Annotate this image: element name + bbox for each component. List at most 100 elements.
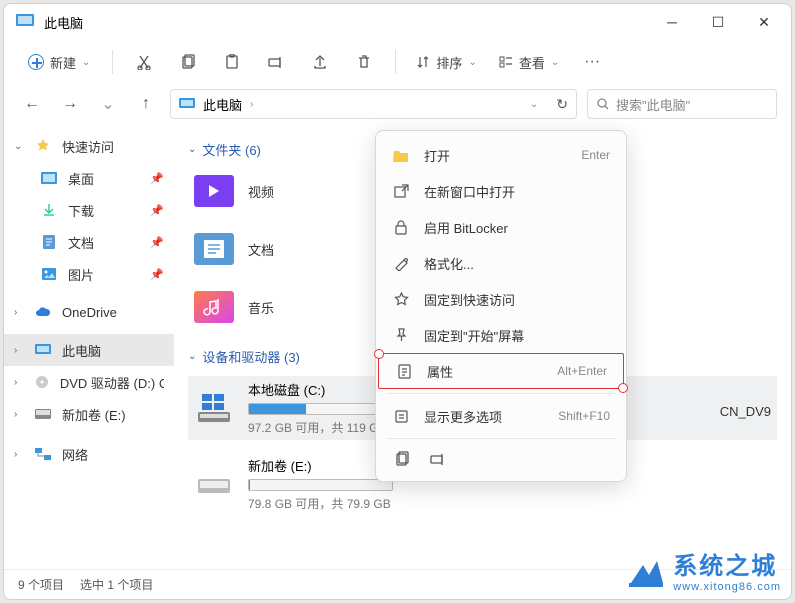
folder-label: 音乐	[248, 298, 274, 317]
window-title: 此电脑	[44, 13, 649, 32]
ctx-label: 在新窗口中打开	[424, 182, 515, 201]
search-input[interactable]: 搜索"此电脑"	[587, 89, 777, 119]
sidebar-label: 网络	[62, 445, 88, 464]
sidebar-item-pictures[interactable]: 图片 📌	[4, 258, 174, 290]
ctx-pin-quick[interactable]: 固定到快速访问	[376, 281, 626, 317]
desktop-icon	[40, 169, 58, 187]
pin-icon: 📌	[150, 268, 164, 281]
ctx-label: 固定到快速访问	[424, 290, 515, 309]
more-options-icon	[392, 409, 410, 424]
sidebar-label: 快速访问	[62, 137, 114, 156]
rename-icon[interactable]	[257, 46, 295, 78]
plus-icon	[28, 54, 44, 70]
video-folder-icon	[194, 173, 234, 209]
chevron-icon: ›	[250, 99, 253, 110]
ctx-pin-start[interactable]: 固定到"开始"屏幕	[376, 317, 626, 353]
view-label: 查看	[519, 53, 545, 72]
sidebar-label: OneDrive	[62, 305, 117, 320]
ctx-shortcut: Alt+Enter	[557, 364, 607, 378]
music-folder-icon	[194, 289, 234, 325]
folder-icon	[392, 149, 410, 162]
pin-icon: 📌	[150, 204, 164, 217]
new-button[interactable]: 新建 ⌄	[18, 46, 100, 78]
copy-icon[interactable]	[169, 46, 207, 78]
chevron-right-icon: ›	[14, 409, 24, 420]
ctx-shortcut: Enter	[581, 148, 610, 162]
sidebar-dvd[interactable]: › DVD 驱动器 (D:) C(	[4, 366, 174, 398]
sidebar-label: 桌面	[68, 169, 94, 188]
watermark-logo	[625, 549, 667, 591]
ctx-open[interactable]: 打开 Enter	[376, 137, 626, 173]
ctx-label: 固定到"开始"屏幕	[424, 326, 524, 345]
chevron-right-icon: ›	[14, 307, 24, 318]
watermark: 系统之城 www.xitong86.com	[625, 546, 781, 593]
sidebar-onedrive[interactable]: › OneDrive	[4, 296, 174, 328]
app-icon	[16, 12, 36, 32]
chevron-down-icon: ⌄	[14, 141, 24, 152]
view-icon	[499, 55, 513, 69]
sidebar-item-desktop[interactable]: 桌面 📌	[4, 162, 174, 194]
addr-text: 此电脑	[203, 95, 242, 114]
sort-button[interactable]: 排序 ⌄	[408, 46, 484, 78]
sidebar-label: DVD 驱动器 (D:) C(	[60, 373, 164, 392]
folder-label: 视频	[248, 182, 274, 201]
sidebar-quick-access[interactable]: ⌄ 快速访问	[4, 130, 174, 162]
window-controls: ─ ☐ ✕	[649, 4, 787, 40]
drive-icon	[194, 466, 234, 502]
drive-usage-bar	[248, 479, 393, 491]
ctx-properties[interactable]: 属性 Alt+Enter	[378, 353, 624, 389]
copy-icon[interactable]	[394, 451, 410, 467]
paste-icon[interactable]	[213, 46, 251, 78]
pin-icon: 📌	[150, 172, 164, 185]
sidebar-newvol[interactable]: › 新加卷 (E:)	[4, 398, 174, 430]
section-label: 文件夹 (6)	[202, 140, 261, 159]
folder-label: 文档	[248, 240, 274, 259]
sidebar-item-documents[interactable]: 文档 📌	[4, 226, 174, 258]
separator	[386, 393, 616, 394]
sidebar-network[interactable]: › 网络	[4, 438, 174, 470]
refresh-button[interactable]: ↻	[556, 96, 568, 113]
view-button[interactable]: 查看 ⌄	[491, 46, 567, 78]
share-icon[interactable]	[301, 46, 339, 78]
chevron-right-icon: ›	[14, 449, 24, 460]
up-button[interactable]: ⌄	[94, 90, 122, 118]
sort-label: 排序	[436, 53, 462, 72]
picture-icon	[40, 265, 58, 283]
sidebar-thispc[interactable]: › 此电脑	[4, 334, 174, 366]
sidebar: ⌄ 快速访问 桌面 📌 下载 📌 文档 📌 图片	[4, 124, 174, 569]
ctx-label: 打开	[424, 146, 450, 165]
ctx-show-more[interactable]: 显示更多选项 Shift+F10	[376, 398, 626, 434]
ctx-label: 启用 BitLocker	[424, 218, 508, 237]
back-button[interactable]: ←	[18, 90, 46, 118]
watermark-url: www.xitong86.com	[673, 581, 781, 593]
chevron-right-icon: ›	[14, 345, 24, 356]
address-bar[interactable]: 此电脑 › ⌄ ↻	[170, 89, 577, 119]
ctx-format[interactable]: 格式化...	[376, 245, 626, 281]
minimize-button[interactable]: ─	[649, 4, 695, 40]
section-label: 设备和驱动器 (3)	[202, 347, 300, 366]
sidebar-label: 此电脑	[62, 341, 101, 360]
cut-icon[interactable]	[125, 46, 163, 78]
drive-sub: 79.8 GB 可用，共 79.9 GB	[248, 495, 771, 512]
format-icon	[392, 256, 410, 271]
addr-dropdown[interactable]: ⌄	[530, 99, 538, 110]
ctx-bitlocker[interactable]: 启用 BitLocker	[376, 209, 626, 245]
properties-icon	[395, 364, 413, 379]
rename-icon[interactable]	[430, 451, 446, 467]
close-button[interactable]: ✕	[741, 4, 787, 40]
more-icon[interactable]: ···	[573, 46, 611, 78]
pc-icon	[34, 341, 52, 359]
ctx-open-new-window[interactable]: 在新窗口中打开	[376, 173, 626, 209]
up-folder-button[interactable]: ↑	[132, 90, 160, 118]
forward-button[interactable]: →	[56, 90, 84, 118]
context-menu: 打开 Enter 在新窗口中打开 启用 BitLocker 格式化... 固定到…	[375, 130, 627, 482]
document-icon	[40, 233, 58, 251]
pin-icon	[392, 328, 410, 343]
delete-icon[interactable]	[345, 46, 383, 78]
watermark-text: 系统之城	[673, 546, 781, 581]
new-label: 新建	[50, 53, 76, 72]
ctx-label: 格式化...	[424, 254, 474, 273]
sidebar-item-downloads[interactable]: 下载 📌	[4, 194, 174, 226]
ctx-label: 显示更多选项	[424, 407, 502, 426]
maximize-button[interactable]: ☐	[695, 4, 741, 40]
